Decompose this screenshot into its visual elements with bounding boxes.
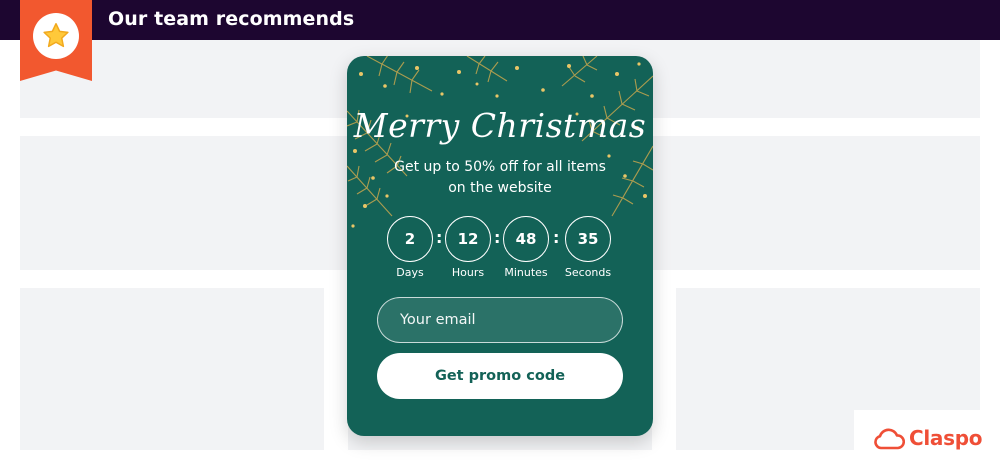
star-badge (33, 13, 79, 59)
content-placeholder (20, 288, 324, 450)
countdown-minutes-label: Minutes (504, 266, 548, 279)
top-bar: Our team recommends (0, 0, 1000, 40)
recommend-ribbon (20, 0, 92, 81)
countdown-days-value: 2 (387, 216, 433, 262)
star-icon (43, 23, 69, 48)
cloud-icon (874, 428, 905, 450)
page-title: Our team recommends (108, 8, 355, 30)
pine-branch-decoration (347, 56, 653, 228)
countdown-separator: : (494, 228, 501, 247)
countdown-hours-value: 12 (445, 216, 491, 262)
countdown-days: 2 Days (387, 216, 433, 279)
countdown-minutes: 48 Minutes (503, 216, 549, 279)
get-promo-code-button[interactable]: Get promo code (377, 353, 623, 399)
countdown-days-label: Days (396, 266, 424, 279)
popup-subtitle: Get up to 50% off for all items on the w… (394, 159, 606, 196)
countdown-seconds: 35 Seconds (565, 216, 611, 279)
countdown-seconds-label: Seconds (564, 266, 612, 279)
countdown-hours-label: Hours (451, 266, 485, 279)
email-field[interactable] (377, 297, 623, 343)
countdown-separator: : (436, 228, 443, 247)
brand-logo[interactable]: Claspo (854, 410, 1000, 470)
countdown-separator: : (553, 228, 560, 247)
countdown-hours: 12 Hours (445, 216, 491, 279)
countdown-minutes-value: 48 (503, 216, 549, 262)
countdown-seconds-value: 35 (565, 216, 611, 262)
brand-name: Claspo (909, 426, 983, 450)
promo-popup: Merry Christmas Get up to 50% off for al… (347, 56, 653, 436)
popup-title: Merry Christmas (353, 106, 647, 145)
